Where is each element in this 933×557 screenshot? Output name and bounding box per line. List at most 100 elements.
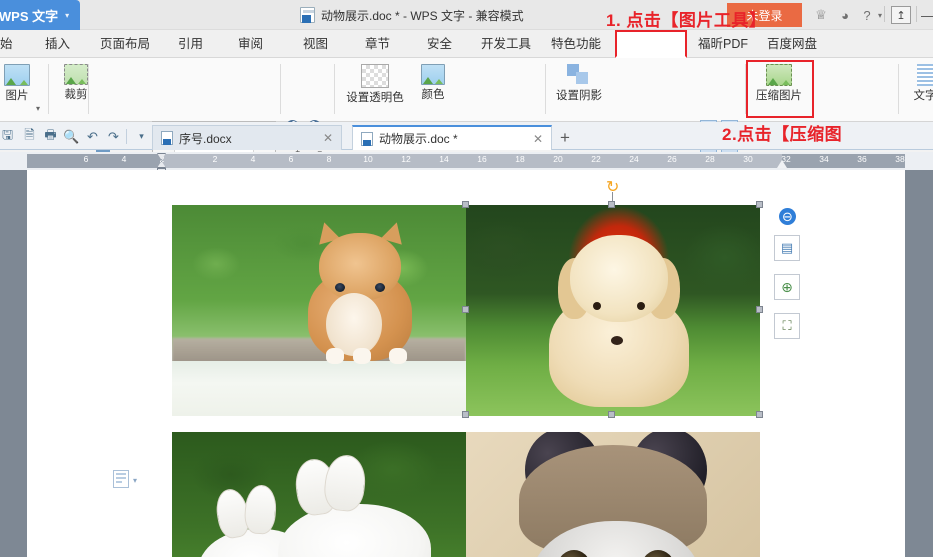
crop-button[interactable]: 裁剪 bbox=[53, 64, 99, 102]
tab-dev-tools[interactable]: 开发工具 bbox=[481, 30, 531, 58]
crop-label: 裁剪 bbox=[64, 89, 88, 101]
close-icon-active[interactable]: ✕ bbox=[533, 132, 543, 146]
set-shadow-label: 设置阴影 bbox=[556, 90, 602, 102]
document-tab-animal[interactable]: 动物展示.doc * ✕ bbox=[352, 125, 552, 150]
close-icon[interactable]: ✕ bbox=[323, 131, 333, 145]
chevron-down-icon: ▾ bbox=[65, 10, 70, 20]
text-wrap-button[interactable]: 文字 bbox=[905, 64, 933, 103]
set-transparent-color-button[interactable]: 设置透明色 bbox=[341, 64, 409, 105]
document-title: 动物展示.doc * - WPS 文字 - 兼容模式 bbox=[300, 0, 524, 30]
minimize-icon[interactable]: — bbox=[919, 6, 933, 24]
new-tab-button[interactable]: + bbox=[560, 128, 570, 148]
compress-picture-label: 压缩图片 bbox=[756, 90, 802, 102]
title-bar: WPS 文字 ▾ 动物展示.doc * - WPS 文字 - 兼容模式 未登录 … bbox=[0, 0, 933, 30]
document-tab-xuhao[interactable]: 序号.docx ✕ bbox=[152, 125, 342, 150]
ruler-tick: 12 bbox=[401, 154, 411, 164]
document-title-text: 动物展示.doc * - WPS 文字 - 兼容模式 bbox=[321, 8, 524, 23]
annotation-step-1: 1. 点击【图片工具】 bbox=[606, 11, 767, 30]
save-icon[interactable]: 🖫 bbox=[0, 127, 17, 146]
tab-view[interactable]: 视图 bbox=[303, 30, 328, 58]
tab-security[interactable]: 安全 bbox=[427, 30, 452, 58]
selection-handle-middle-right[interactable] bbox=[756, 306, 763, 313]
redo-icon[interactable]: ↷ bbox=[104, 127, 123, 146]
kitten-photo[interactable] bbox=[172, 205, 466, 416]
set-shadow-button[interactable]: 设置阴影 bbox=[550, 64, 608, 103]
ruler-tick: 8 bbox=[326, 154, 332, 164]
selection-handle-top-center[interactable] bbox=[608, 201, 615, 208]
insert-picture-caret-icon[interactable]: ▾ bbox=[36, 104, 40, 113]
ribbon-tab-bar: 始 插入 页面布局 引用 审阅 视图 章节 安全 开发工具 特色功能 图片工具 … bbox=[0, 30, 933, 58]
crop-picture-glyph: ⛶ bbox=[782, 318, 792, 333]
undo-icon[interactable]: ↶ bbox=[83, 127, 102, 146]
rotate-handle-icon[interactable]: ↻ bbox=[606, 180, 619, 196]
app-menu-button[interactable]: WPS 文字 ▾ bbox=[0, 0, 80, 30]
app-menu-label: WPS 文字 bbox=[0, 8, 59, 24]
transparent-color-icon bbox=[361, 64, 389, 88]
picture-icon bbox=[4, 64, 30, 86]
layout-options-icon[interactable]: ▤ bbox=[774, 235, 800, 261]
tab-references[interactable]: 引用 bbox=[178, 30, 203, 58]
layout-options-caret-icon[interactable]: ▾ bbox=[133, 476, 137, 485]
ruler-tick: 20 bbox=[553, 154, 563, 164]
selection-handle-bottom-center[interactable] bbox=[608, 411, 615, 418]
rabbits-photo[interactable] bbox=[172, 432, 466, 557]
insert-picture-button[interactable]: 图片 bbox=[0, 64, 40, 103]
compress-picture-button[interactable]: 压缩图片 bbox=[754, 64, 804, 103]
qat-divider bbox=[126, 129, 127, 144]
ruler-tick: 38 bbox=[895, 154, 905, 164]
selection-handle-bottom-right[interactable] bbox=[756, 411, 763, 418]
remove-badge-icon[interactable]: ⊖ bbox=[779, 208, 796, 225]
selection-handle-top-right[interactable] bbox=[756, 201, 763, 208]
document-page[interactable]: ▾ bbox=[27, 170, 905, 557]
ruler-tick: 18 bbox=[515, 154, 525, 164]
annotation-step-2: 2.点击【压缩图 bbox=[722, 125, 843, 144]
document-icon bbox=[300, 7, 315, 23]
zoom-in-icon[interactable]: ⊕ bbox=[774, 274, 800, 300]
print-preview-icon[interactable]: 🔍 bbox=[62, 127, 81, 146]
doc-tab-icon-active bbox=[361, 131, 373, 146]
share-up-icon[interactable]: ↥ bbox=[891, 6, 911, 24]
horizontal-ruler[interactable]: 6 4 2 2 4 6 8 10 12 14 16 18 20 22 24 26… bbox=[0, 152, 933, 172]
ruler-tick: 24 bbox=[629, 154, 639, 164]
ruler-tick: 4 bbox=[121, 154, 127, 164]
set-transparent-color-label: 设置透明色 bbox=[346, 92, 404, 104]
tab-picture-tools[interactable]: 图片工具 bbox=[623, 30, 673, 58]
crop-icon bbox=[64, 64, 88, 85]
tab-baidu-netdisk[interactable]: 百度网盘 bbox=[767, 30, 817, 58]
ruler-tick: 6 bbox=[83, 154, 89, 164]
color-label: 颜色 bbox=[421, 89, 445, 101]
document-tab-label: 序号.docx bbox=[179, 131, 232, 146]
crop-picture-icon[interactable]: ⛶ bbox=[774, 313, 800, 339]
text-wrap-icon bbox=[917, 64, 933, 86]
tab-insert[interactable]: 插入 bbox=[45, 30, 70, 58]
ruler-tick: 16 bbox=[477, 154, 487, 164]
document-tab-label-active: 动物展示.doc * bbox=[379, 132, 458, 146]
insert-picture-label: 图片 bbox=[5, 90, 29, 102]
layout-options-marker[interactable] bbox=[113, 470, 129, 488]
export-pdf-icon[interactable]: 🗎 bbox=[20, 127, 39, 146]
selection-handle-top-left[interactable] bbox=[462, 201, 469, 208]
print-icon[interactable]: 🖶 bbox=[41, 127, 60, 146]
ruler-tick: 28 bbox=[705, 154, 715, 164]
document-area[interactable]: ▾ bbox=[0, 170, 933, 557]
tab-page-layout[interactable]: 页面布局 bbox=[100, 30, 150, 58]
tab-review[interactable]: 审阅 bbox=[238, 30, 263, 58]
tab-start[interactable]: 始 bbox=[0, 30, 13, 58]
color-button[interactable]: 颜色 bbox=[411, 64, 455, 102]
shirt-icon[interactable]: ♕ bbox=[812, 6, 830, 24]
help-caret-icon[interactable]: ▾ bbox=[871, 6, 889, 24]
selection-handle-middle-left[interactable] bbox=[462, 306, 469, 313]
puppy-photo[interactable] bbox=[466, 205, 760, 416]
customize-caret-icon[interactable]: ▾ bbox=[132, 127, 151, 146]
wechat-icon[interactable]: ◕ bbox=[836, 6, 854, 24]
tab-sections[interactable]: 章节 bbox=[365, 30, 390, 58]
color-icon bbox=[421, 64, 445, 85]
tab-features[interactable]: 特色功能 bbox=[551, 30, 601, 58]
ribbon-toolbar: 图片 ▾ 裁剪 高度: — 5.00厘米 + 宽度: — 7.00厘米 + ⌐ … bbox=[0, 58, 933, 175]
right-indent-marker[interactable] bbox=[777, 160, 787, 168]
titlebar-divider bbox=[884, 6, 885, 22]
hat-cat-photo[interactable] bbox=[466, 432, 760, 557]
ruler-tick: 26 bbox=[667, 154, 677, 164]
tab-foxit-pdf[interactable]: 福昕PDF bbox=[698, 30, 748, 58]
selection-handle-bottom-left[interactable] bbox=[462, 411, 469, 418]
